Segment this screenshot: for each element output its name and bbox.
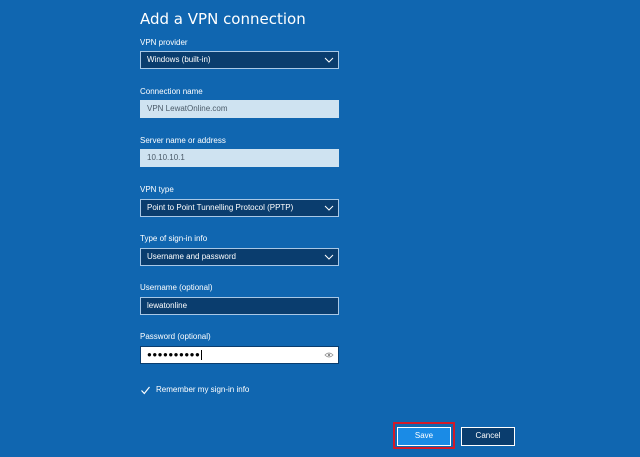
dialog-title: Add a VPN connection <box>140 10 306 28</box>
connection-name-label: Connection name <box>140 87 203 96</box>
chevron-down-icon <box>324 254 334 260</box>
chevron-down-icon <box>324 57 334 63</box>
text-caret <box>201 349 203 360</box>
username-label: Username (optional) <box>140 283 213 292</box>
vpn-provider-select[interactable]: Windows (built-in) <box>140 51 339 69</box>
checkmark-icon[interactable] <box>140 385 151 396</box>
chevron-down-icon <box>324 205 334 211</box>
connection-name-field[interactable]: VPN LewatOnline.com <box>140 100 339 118</box>
connection-name-value: VPN LewatOnline.com <box>147 104 228 113</box>
signin-type-select[interactable]: Username and password <box>140 248 339 266</box>
vpn-provider-label: VPN provider <box>140 38 188 47</box>
username-value: lewatonline <box>147 301 188 310</box>
remember-signin-label: Remember my sign-in info <box>156 385 250 394</box>
vpn-provider-value: Windows (built-in) <box>147 55 211 64</box>
password-field[interactable]: ●●●●●●●●●● <box>140 346 339 364</box>
password-value: ●●●●●●●●●● <box>147 350 201 359</box>
cancel-button[interactable]: Cancel <box>461 427 515 446</box>
save-button[interactable]: Save <box>397 427 451 446</box>
vpn-type-value: Point to Point Tunnelling Protocol (PPTP… <box>147 203 294 212</box>
eye-icon[interactable] <box>324 351 334 359</box>
vpn-type-select[interactable]: Point to Point Tunnelling Protocol (PPTP… <box>140 199 339 217</box>
remember-signin-row[interactable]: Remember my sign-in info <box>140 384 249 396</box>
signin-type-label: Type of sign-in info <box>140 234 208 243</box>
signin-type-value: Username and password <box>147 252 236 261</box>
server-field[interactable]: 10.10.10.1 <box>140 149 339 167</box>
server-value: 10.10.10.1 <box>147 153 185 162</box>
vpn-type-label: VPN type <box>140 185 174 194</box>
server-label: Server name or address <box>140 136 226 145</box>
password-label: Password (optional) <box>140 332 211 341</box>
username-field[interactable]: lewatonline <box>140 297 339 315</box>
